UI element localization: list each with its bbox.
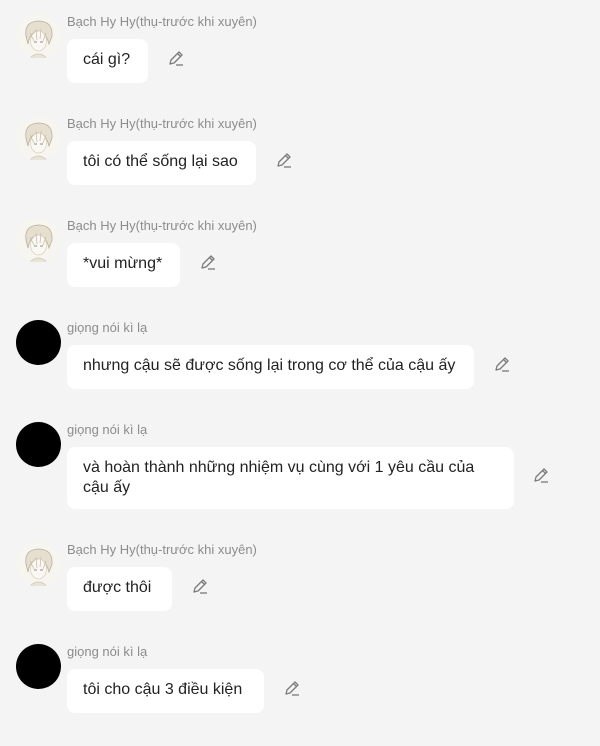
message-bubble: được thôi [67,567,172,611]
avatar[interactable] [16,218,61,263]
sender-name: giọng nói kì lạ [67,644,148,659]
message-bubble: tôi cho cậu 3 điều kiện [67,669,264,713]
avatar[interactable] [16,644,61,689]
message-bubble: cái gì? [67,39,148,83]
sender-name: Bạch Hy Hy(thụ-trước khi xuyên) [67,116,257,131]
white-haired-boy-avatar-icon [16,218,61,263]
avatar[interactable] [16,14,61,59]
message-bubble: và hoàn thành những nhiệm vụ cùng với 1 … [67,447,514,509]
pencil-edit-icon[interactable] [274,150,294,170]
sender-name: Bạch Hy Hy(thụ-trước khi xuyên) [67,218,257,233]
white-haired-boy-avatar-icon [16,116,61,161]
avatar[interactable] [16,542,61,587]
chat-log: Bạch Hy Hy(thụ-trước khi xuyên) cái gì? … [0,0,600,746]
sender-name: Bạch Hy Hy(thụ-trước khi xuyên) [67,542,257,557]
message-bubble: tôi có thể sống lại sao [67,141,256,185]
pencil-edit-icon[interactable] [492,354,512,374]
pencil-edit-icon[interactable] [166,48,186,68]
avatar[interactable] [16,116,61,161]
pencil-edit-icon[interactable] [190,576,210,596]
pencil-edit-icon[interactable] [198,252,218,272]
sender-name: giọng nói kì lạ [67,320,148,335]
avatar[interactable] [16,422,61,467]
white-haired-boy-avatar-icon [16,14,61,59]
message-bubble: *vui mừng* [67,243,180,287]
sender-name: Bạch Hy Hy(thụ-trước khi xuyên) [67,14,257,29]
sender-name: giọng nói kì lạ [67,422,148,437]
pencil-edit-icon[interactable] [531,465,551,485]
pencil-edit-icon[interactable] [282,678,302,698]
avatar[interactable] [16,320,61,365]
message-bubble: nhưng cậu sẽ được sống lại trong cơ thể … [67,345,474,389]
white-haired-boy-avatar-icon [16,542,61,587]
